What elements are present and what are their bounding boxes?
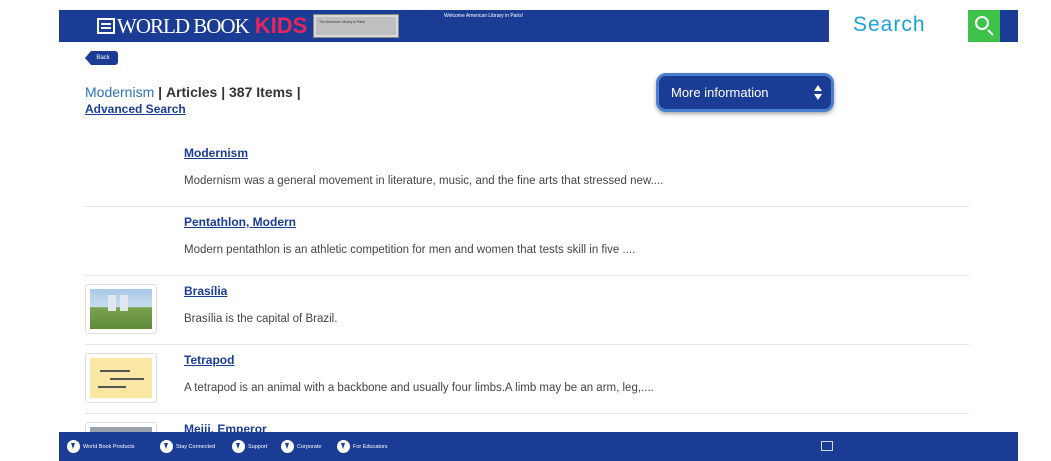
- world-book-footer-logo-icon: [821, 441, 833, 451]
- footer-link-support[interactable]: Support: [232, 440, 267, 453]
- logo-kids-text: KIDS: [254, 13, 308, 38]
- search-panel: Search: [829, 10, 1018, 42]
- result-description: A tetrapod is an animal with a backbone …: [184, 382, 654, 394]
- breadcrumb-separator: |: [221, 84, 226, 100]
- search-icon: [975, 16, 989, 30]
- result-thumbnail[interactable]: [85, 353, 157, 403]
- tetrapod-image: [90, 358, 152, 398]
- result-title-link[interactable]: Pentathlon, Modern: [184, 215, 296, 229]
- advanced-search-link[interactable]: Advanced Search: [85, 102, 186, 116]
- library-badge-text: The American Library in Paris: [316, 17, 396, 35]
- top-header: WORLD BOOK KIDS The American Library in …: [59, 10, 1018, 42]
- result-title-link[interactable]: Brasília: [184, 284, 227, 298]
- dropdown-icon: [281, 440, 294, 453]
- search-button[interactable]: [968, 10, 1000, 42]
- list-item: Tetrapod A tetrapod is an animal with a …: [85, 345, 969, 414]
- back-button[interactable]: Back: [85, 51, 118, 65]
- footer-link-label: Support: [248, 443, 268, 450]
- footer: World Book Products Stay Connected Suppo…: [59, 432, 1018, 461]
- dropdown-icon: [337, 440, 350, 453]
- dropdown-icon: [232, 440, 245, 453]
- welcome-message: Welcome American Library in Paris!: [444, 13, 524, 19]
- result-thumbnail[interactable]: [85, 284, 157, 334]
- content-type: Articles: [165, 84, 218, 100]
- more-information-dropdown[interactable]: More information: [656, 73, 834, 112]
- brasilia-image: [90, 289, 152, 329]
- result-description: Modernism was a general movement in lite…: [184, 175, 664, 187]
- dropdown-icon: [67, 440, 80, 453]
- result-title-link[interactable]: Tetrapod: [184, 353, 234, 367]
- result-description: Modern pentathlon is an athletic competi…: [184, 244, 636, 256]
- footer-link-stay-connected[interactable]: Stay Connected: [160, 440, 215, 453]
- dropdown-icon: [160, 440, 173, 453]
- result-description: Brasília is the capital of Brazil.: [184, 313, 338, 325]
- footer-link-label: For Educators: [353, 443, 388, 450]
- world-book-kids-logo[interactable]: WORLD BOOK KIDS: [97, 13, 308, 38]
- footer-link-label: Corporate: [297, 443, 322, 450]
- breadcrumb-separator: |: [296, 84, 301, 100]
- footer-link-products[interactable]: World Book Products: [67, 440, 135, 453]
- footer-link-educators[interactable]: For Educators: [337, 440, 388, 453]
- header-edge: [1000, 10, 1018, 42]
- footer-link-corporate[interactable]: Corporate: [281, 440, 321, 453]
- book-logo-icon: [97, 18, 115, 34]
- library-badge: The American Library in Paris: [313, 14, 399, 38]
- result-title-link[interactable]: Modernism: [184, 146, 248, 160]
- list-item: Modernism Modernism was a general moveme…: [85, 138, 969, 207]
- item-count: 387 Items: [229, 84, 293, 100]
- results-list: Modernism Modernism was a general moveme…: [85, 138, 969, 461]
- list-item: Pentathlon, Modern Modern pentathlon is …: [85, 207, 969, 276]
- list-item: Brasília Brasília is the capital of Braz…: [85, 276, 969, 345]
- search-term[interactable]: Modernism: [85, 84, 154, 100]
- search-label[interactable]: Search: [853, 13, 926, 37]
- more-information-label: More information: [671, 85, 769, 100]
- breadcrumb-separator: |: [158, 84, 163, 100]
- breadcrumb: Modernism | Articles | 387 Items |: [85, 84, 301, 100]
- logo-text: WORLD BOOK: [117, 13, 250, 38]
- footer-link-label: World Book Products: [83, 443, 135, 450]
- up-down-arrows-icon: [813, 85, 823, 101]
- footer-link-label: Stay Connected: [176, 443, 216, 450]
